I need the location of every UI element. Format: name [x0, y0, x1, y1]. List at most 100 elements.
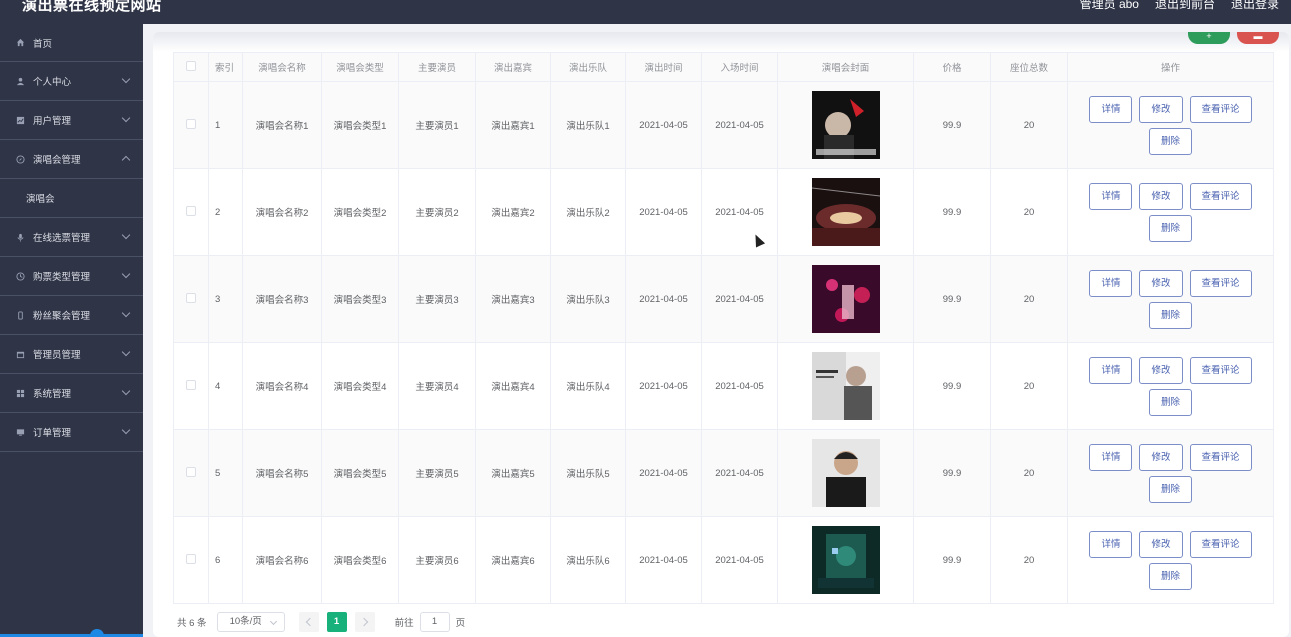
- column-header: 演唱会类型: [321, 52, 399, 82]
- table-row: 6 演唱会名称6 演唱会类型6 主要演员6 演出嘉宾6 演出乐队6 2021-04-05 20…: [173, 516, 1274, 604]
- detail-button[interactable]: 详情: [1089, 530, 1133, 558]
- cell-band: 演出乐队1: [550, 81, 626, 169]
- sidebar-item-3[interactable]: 演唱会管理: [0, 140, 143, 179]
- sidebar-item-0[interactable]: 首页: [0, 24, 143, 62]
- select-all-checkbox[interactable]: [186, 60, 196, 71]
- batch-delete-button[interactable]: ▬: [1237, 32, 1279, 44]
- column-header: 主要演员: [398, 52, 476, 82]
- edit-button[interactable]: 修改: [1139, 356, 1183, 384]
- chevron-down-icon: [121, 74, 131, 84]
- current-page[interactable]: 1: [326, 612, 347, 632]
- site-title: 演出票在线预定网站: [22, 0, 162, 14]
- cell-seats: 20: [990, 516, 1068, 604]
- detail-button[interactable]: 详情: [1089, 95, 1133, 123]
- detail-button[interactable]: 详情: [1089, 356, 1133, 384]
- cell-name: 演唱会名称1: [242, 81, 322, 169]
- cell-band: 演出乐队6: [550, 516, 626, 604]
- table-header-row: 索引 演唱会名称 演唱会类型 主要演员 演出嘉宾 演出乐队 演出时间 入场时间 演唱会封面 价格座…: [173, 52, 1274, 82]
- view-comments-button[interactable]: 查看评论: [1189, 443, 1252, 471]
- sidebar-item-8[interactable]: 管理员管理: [0, 335, 143, 374]
- delete-button[interactable]: 删除: [1148, 475, 1192, 503]
- sidebar-item-9[interactable]: 系统管理: [0, 374, 143, 413]
- table-row: 3 演唱会名称3 演唱会类型3 主要演员3 演出嘉宾3 演出乐队3 2021-04-05 20…: [173, 255, 1274, 343]
- cell-guest: 演出嘉宾4: [475, 342, 551, 430]
- chevron-up-icon: [121, 155, 131, 165]
- sidebar-item-10[interactable]: 订单管理: [0, 413, 143, 452]
- chevron-down-icon: [121, 230, 131, 240]
- cell-cover: [777, 342, 914, 430]
- sidebar-item-1[interactable]: 个人中心: [0, 62, 143, 101]
- cell-guest: 演出嘉宾6: [475, 516, 551, 604]
- delete-button[interactable]: 删除: [1148, 127, 1192, 155]
- logout-link[interactable]: 退出登录: [1231, 0, 1279, 12]
- prev-page-button[interactable]: [298, 612, 319, 632]
- sidebar-item-label: 管理员管理: [33, 350, 81, 361]
- sidebar-item-7[interactable]: 粉丝聚会管理: [0, 296, 143, 335]
- goto-label: 前往: [394, 618, 414, 629]
- cell-actor: 主要演员4: [398, 342, 476, 430]
- delete-button[interactable]: 删除: [1148, 214, 1192, 242]
- cell-seats: 20: [990, 342, 1068, 430]
- edit-button[interactable]: 修改: [1139, 443, 1183, 471]
- column-header: 操作: [1067, 52, 1274, 82]
- delete-button[interactable]: 删除: [1148, 562, 1192, 590]
- detail-button[interactable]: 详情: [1089, 269, 1133, 297]
- cell-actions: 详情 修改 查看评论删除: [1067, 168, 1274, 256]
- row-checkbox[interactable]: [186, 466, 196, 477]
- select-all-cell[interactable]: [173, 52, 209, 82]
- row-checkbox[interactable]: [186, 292, 196, 303]
- row-checkbox[interactable]: [186, 118, 196, 129]
- column-header: 价格: [913, 52, 991, 82]
- cell-actions: 详情 修改 查看评论删除: [1067, 342, 1274, 430]
- cell-name: 演唱会名称3: [242, 255, 322, 343]
- sidebar-item-6[interactable]: 购票类型管理: [0, 257, 143, 296]
- pagination: 共 6 条 10条/页 1 前往 1 页: [177, 612, 465, 632]
- cell-price: 99.9: [913, 81, 991, 169]
- add-button[interactable]: +: [1188, 32, 1230, 44]
- concert-cover-image: [811, 526, 880, 594]
- edit-button[interactable]: 修改: [1139, 95, 1183, 123]
- view-comments-button[interactable]: 查看评论: [1189, 356, 1252, 384]
- table-row: 2 演唱会名称2 演唱会类型2 主要演员2 演出嘉宾2 演出乐队2 2021-04-05 20…: [173, 168, 1274, 256]
- sidebar-item-5[interactable]: 在线选票管理: [0, 218, 143, 257]
- delete-button[interactable]: 删除: [1148, 301, 1192, 329]
- detail-button[interactable]: 详情: [1089, 443, 1133, 471]
- next-page-button[interactable]: [354, 612, 375, 632]
- row-checkbox[interactable]: [186, 379, 196, 390]
- view-comments-button[interactable]: 查看评论: [1189, 182, 1252, 210]
- view-comments-button[interactable]: 查看评论: [1189, 95, 1252, 123]
- cell-show_time: 2021-04-05: [625, 255, 702, 343]
- edit-button[interactable]: 修改: [1139, 530, 1183, 558]
- row-checkbox[interactable]: [186, 553, 196, 564]
- cell-guest: 演出嘉宾5: [475, 429, 551, 517]
- goto-page-input[interactable]: 1: [419, 612, 450, 632]
- edit-button[interactable]: 修改: [1139, 269, 1183, 297]
- view-comments-button[interactable]: 查看评论: [1189, 269, 1252, 297]
- sidebar-item-2[interactable]: 用户管理: [0, 101, 143, 140]
- main-content: + ▬ 索引 演唱会名称 演唱会类型 主要演员 演出嘉宾 演出乐队 演出时间 入场时间 演唱会封…: [143, 24, 1291, 637]
- page-size-select[interactable]: 10条/页: [216, 612, 285, 632]
- cell-show_time: 2021-04-05: [625, 342, 702, 430]
- view-comments-button[interactable]: 查看评论: [1189, 530, 1252, 558]
- top-header: 演出票在线预定网站 管理员 abo 退出到前台 退出登录: [0, 0, 1291, 24]
- row-checkbox[interactable]: [186, 205, 196, 216]
- mic-icon: [16, 233, 33, 242]
- cell-guest: 演出嘉宾1: [475, 81, 551, 169]
- exit-front-link[interactable]: 退出到前台: [1155, 0, 1215, 12]
- compass-icon: [16, 154, 33, 164]
- cell-entry_time: 2021-04-05: [701, 516, 778, 604]
- detail-button[interactable]: 详情: [1089, 182, 1133, 210]
- sidebar-item-label: 系统管理: [33, 389, 72, 400]
- content-panel: + ▬ 索引 演唱会名称 演唱会类型 主要演员 演出嘉宾 演出乐队 演出时间 入场时间 演唱会封…: [153, 32, 1289, 637]
- monitor-icon: [16, 428, 33, 437]
- cell-seats: 20: [990, 429, 1068, 517]
- edit-button[interactable]: 修改: [1139, 182, 1183, 210]
- cell-name: 演唱会名称6: [242, 516, 322, 604]
- cell-price: 99.9: [913, 516, 991, 604]
- cell-type: 演唱会类型6: [321, 516, 399, 604]
- concert-table: 索引 演唱会名称 演唱会类型 主要演员 演出嘉宾 演出乐队 演出时间 入场时间 演唱会封面 价格座…: [173, 52, 1274, 604]
- sidebar-item-label: 用户管理: [33, 116, 72, 127]
- sidebar-item-4[interactable]: 演唱会: [0, 179, 143, 218]
- concert-cover-image: [811, 265, 880, 333]
- delete-button[interactable]: 删除: [1148, 388, 1192, 416]
